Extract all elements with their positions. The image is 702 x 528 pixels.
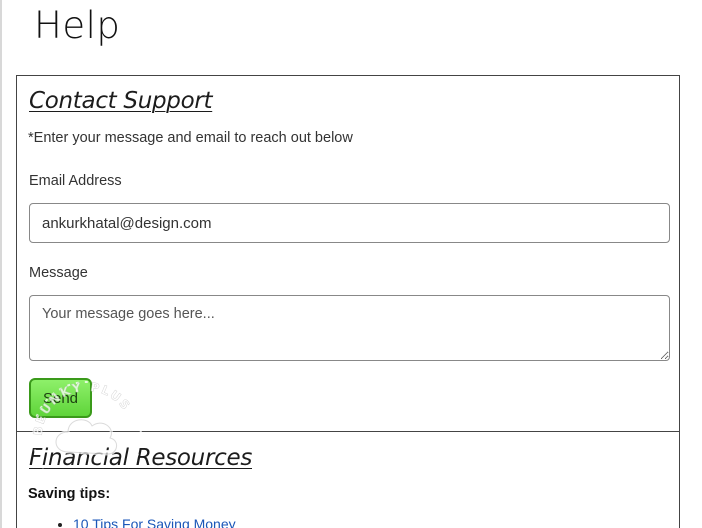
email-label: Email Address [29, 173, 122, 189]
financial-resources-title: Financial Resources [29, 445, 252, 471]
contact-support-title: Contact Support [29, 88, 213, 114]
financial-resources-card: Financial Resources Saving tips: 10 Tips… [16, 431, 680, 528]
message-textarea[interactable] [29, 295, 670, 361]
message-label: Message [29, 265, 88, 281]
email-field[interactable] [29, 203, 670, 243]
page-title: Help [34, 4, 121, 47]
resource-link-list: 10 Tips For Saving Money [47, 516, 236, 528]
saving-tips-label: Saving tips: [28, 486, 111, 502]
contact-support-card: Contact Support *Enter your message and … [16, 75, 680, 432]
list-item: 10 Tips For Saving Money [73, 516, 236, 528]
contact-intro-note: *Enter your message and email to reach o… [28, 130, 353, 146]
saving-tips-link[interactable]: 10 Tips For Saving Money [73, 516, 236, 528]
page-left-border [0, 0, 2, 528]
send-button[interactable]: Send [29, 378, 92, 418]
